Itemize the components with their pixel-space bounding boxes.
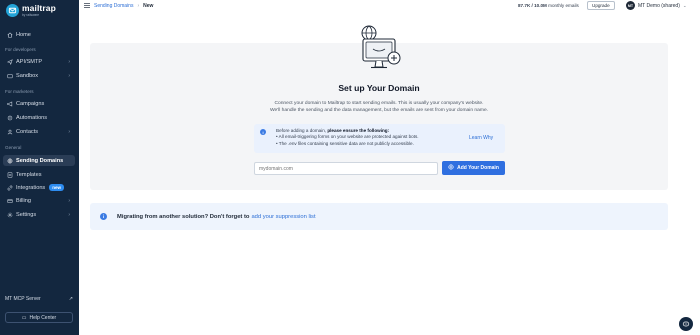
credit-card-icon <box>6 197 13 204</box>
gear-icon <box>6 211 13 218</box>
help-icon: ▭ <box>21 314 27 321</box>
chevron-right-icon: › <box>68 73 70 79</box>
info-icon: i <box>100 213 107 220</box>
info-bullet-1: • All email-triggering forms on your web… <box>276 134 419 140</box>
usage-label: monthly emails <box>548 3 579 8</box>
add-domain-label: Add Your Domain <box>457 165 499 171</box>
help-center-button[interactable]: ▭ Help Center <box>5 312 73 323</box>
sidebar-item-sandbox[interactable]: Sandbox › <box>3 70 75 81</box>
sidebar-item-billing[interactable]: Billing › <box>3 195 75 206</box>
sandbox-icon <box>6 72 13 79</box>
chevron-right-icon: › <box>68 198 70 204</box>
sidebar-item-campaigns[interactable]: Campaigns <box>3 98 75 109</box>
info-lead: Before adding a domain, <box>276 128 328 133</box>
chat-widget-button[interactable] <box>679 317 693 331</box>
section-marketers: For marketers <box>5 89 34 94</box>
mcp-server-link[interactable]: MT MCP Server ↗ <box>5 296 73 302</box>
domain-illustration <box>361 25 401 69</box>
breadcrumb: Sending Domains › New <box>94 3 153 9</box>
sidebar-item-contacts[interactable]: Contacts › <box>3 126 75 137</box>
avatar: MT <box>626 1 635 10</box>
suppression-list-link[interactable]: add your suppression list <box>251 214 315 220</box>
chevron-down-icon: ⌄ <box>682 2 687 8</box>
chat-icon <box>682 321 690 327</box>
megaphone-icon <box>6 100 13 107</box>
chevron-right-icon: › <box>68 212 70 218</box>
breadcrumb-separator: › <box>137 3 140 9</box>
help-center-label: Help Center <box>29 314 57 321</box>
chevron-right-icon: › <box>68 129 70 135</box>
app-logo[interactable]: mailtrap by railsware <box>6 4 56 17</box>
upgrade-button[interactable]: Upgrade <box>587 1 615 10</box>
sidebar-item-label: Templates <box>16 171 42 178</box>
link-icon <box>6 184 13 191</box>
migration-banner: i Migrating from another solution? Don't… <box>90 203 668 230</box>
sidebar-item-automations[interactable]: Automations <box>3 112 75 123</box>
breadcrumb-sending-domains[interactable]: Sending Domains <box>94 3 133 9</box>
account-name: MT Demo (shared) <box>638 2 680 9</box>
top-bar: Sending Domains › New 87.7K / 10.0M mont… <box>79 0 700 12</box>
sidebar-item-label: Billing <box>16 197 31 204</box>
home-icon <box>6 31 13 38</box>
chevron-right-icon: › <box>68 59 70 65</box>
new-badge: new <box>49 184 64 191</box>
mcp-server-label: MT MCP Server <box>5 296 41 302</box>
banner-text: Migrating from another solution? Don't f… <box>117 213 250 220</box>
setup-domain-card: Set up Your Domain Connect your domain t… <box>90 25 668 190</box>
user-icon <box>6 128 13 135</box>
section-developers: For developers <box>5 47 36 52</box>
globe-icon <box>448 164 454 172</box>
automation-icon <box>6 114 13 121</box>
sidebar-item-templates[interactable]: Templates <box>3 169 75 180</box>
sidebar-item-label: Contacts <box>16 128 39 135</box>
template-icon <box>6 171 13 178</box>
paper-plane-icon <box>6 58 13 65</box>
monthly-usage: 87.7K / 10.0M monthly emails <box>518 3 579 8</box>
sidebar-item-label: Sending Domains <box>16 157 64 164</box>
info-bullet-2: • The .env files containing sensitive da… <box>276 140 414 146</box>
setup-description: Connect your domain to Mailtrap to start… <box>90 100 668 114</box>
app-name: mailtrap <box>22 3 56 14</box>
description-line-2: We'll handle the sending and the data ma… <box>269 108 489 113</box>
page-title: Set up Your Domain <box>338 83 420 93</box>
menu-icon[interactable] <box>84 3 90 8</box>
section-general: General <box>5 145 22 150</box>
account-menu[interactable]: MT MT Demo (shared) ⌄ <box>626 1 687 10</box>
sidebar-item-integrations[interactable]: Integrations new <box>3 182 75 193</box>
sidebar-item-label: Sandbox <box>16 72 39 79</box>
sidebar-item-label: Settings <box>16 211 37 218</box>
sidebar-item-settings[interactable]: Settings › <box>3 209 75 220</box>
sidebar-item-label: API/SMTP <box>16 58 43 65</box>
sidebar-item-home[interactable]: Home <box>3 29 75 40</box>
add-domain-button[interactable]: Add Your Domain <box>442 161 505 175</box>
description-line-1: Connect your domain to Mailtrap to start… <box>274 101 484 106</box>
sidebar: mailtrap by railsware Home For developer… <box>0 0 79 335</box>
info-notice: i Before adding a domain, please ensure … <box>254 124 505 153</box>
globe-icon <box>6 157 13 164</box>
sidebar-item-api-smtp[interactable]: API/SMTP › <box>3 56 75 67</box>
app-subtitle: by railsware <box>22 12 40 17</box>
breadcrumb-current: New <box>143 3 154 9</box>
domain-input[interactable] <box>254 162 438 175</box>
usage-value: 87.7K / 10.0M <box>518 3 547 8</box>
info-bold: please ensure the following: <box>327 128 390 133</box>
learn-why-link[interactable]: Learn Why <box>469 135 493 141</box>
sidebar-item-label: Automations <box>16 114 48 121</box>
info-icon: i <box>260 129 266 135</box>
sidebar-item-label: Home <box>16 31 31 38</box>
external-link-icon: ↗ <box>68 296 73 302</box>
sidebar-item-label: Integrations <box>16 184 46 191</box>
sidebar-item-sending-domains[interactable]: Sending Domains <box>3 155 75 166</box>
mailtrap-logo-icon <box>6 4 19 17</box>
sidebar-item-label: Campaigns <box>16 100 45 107</box>
